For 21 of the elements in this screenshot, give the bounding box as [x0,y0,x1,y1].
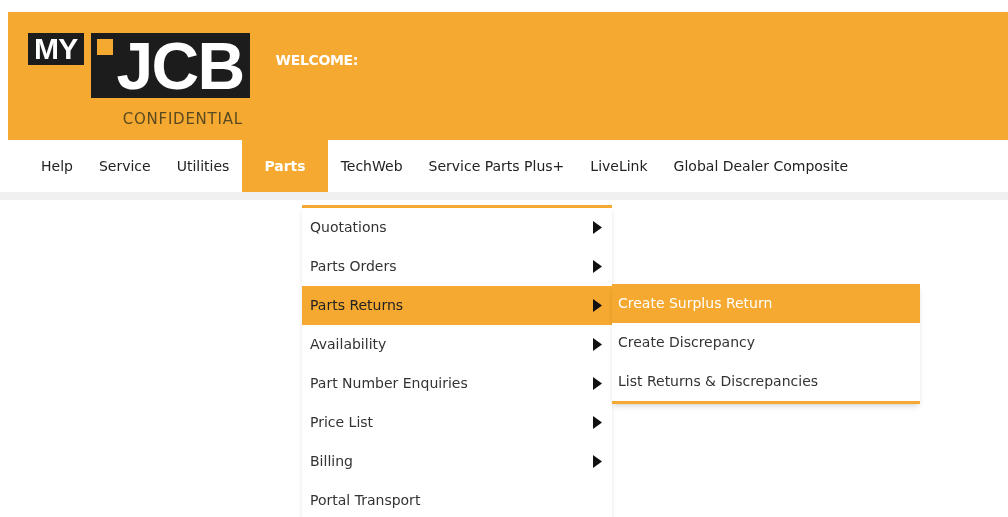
logo-tagline: CONFIDENTIAL [122,109,243,130]
menu-item[interactable]: Part Number Enquiries [302,364,612,403]
menu-item[interactable]: Quotations [302,208,612,247]
nav-tab[interactable]: TechWeb [327,140,416,192]
menu-item[interactable]: Parts Orders [302,247,612,286]
nav-tab[interactable]: Utilities [163,140,243,192]
nav-tab[interactable]: Help [28,140,86,192]
menu-item[interactable]: Billing [302,442,612,481]
menu-item[interactable]: Portal Transport [302,481,612,517]
menu-item[interactable]: Parts Returns [302,286,612,325]
nav-tab[interactable]: Global Dealer Composite [660,140,862,192]
logo-brand: JCB [90,33,250,98]
submenu-item[interactable]: Create Discrepancy [612,323,920,362]
submenu-item[interactable]: List Returns & Discrepancies [612,362,920,401]
nav-tab[interactable]: Service [85,140,164,192]
menu-item[interactable]: Availability [302,325,612,364]
menu-item[interactable]: Price List [302,403,612,442]
logo-prefix: MY [28,33,84,65]
nav-tab[interactable]: Service Parts Plus+ [415,140,578,192]
nav-tab[interactable]: LiveLink [577,140,661,192]
welcome-text: WELCOME: [275,51,358,70]
